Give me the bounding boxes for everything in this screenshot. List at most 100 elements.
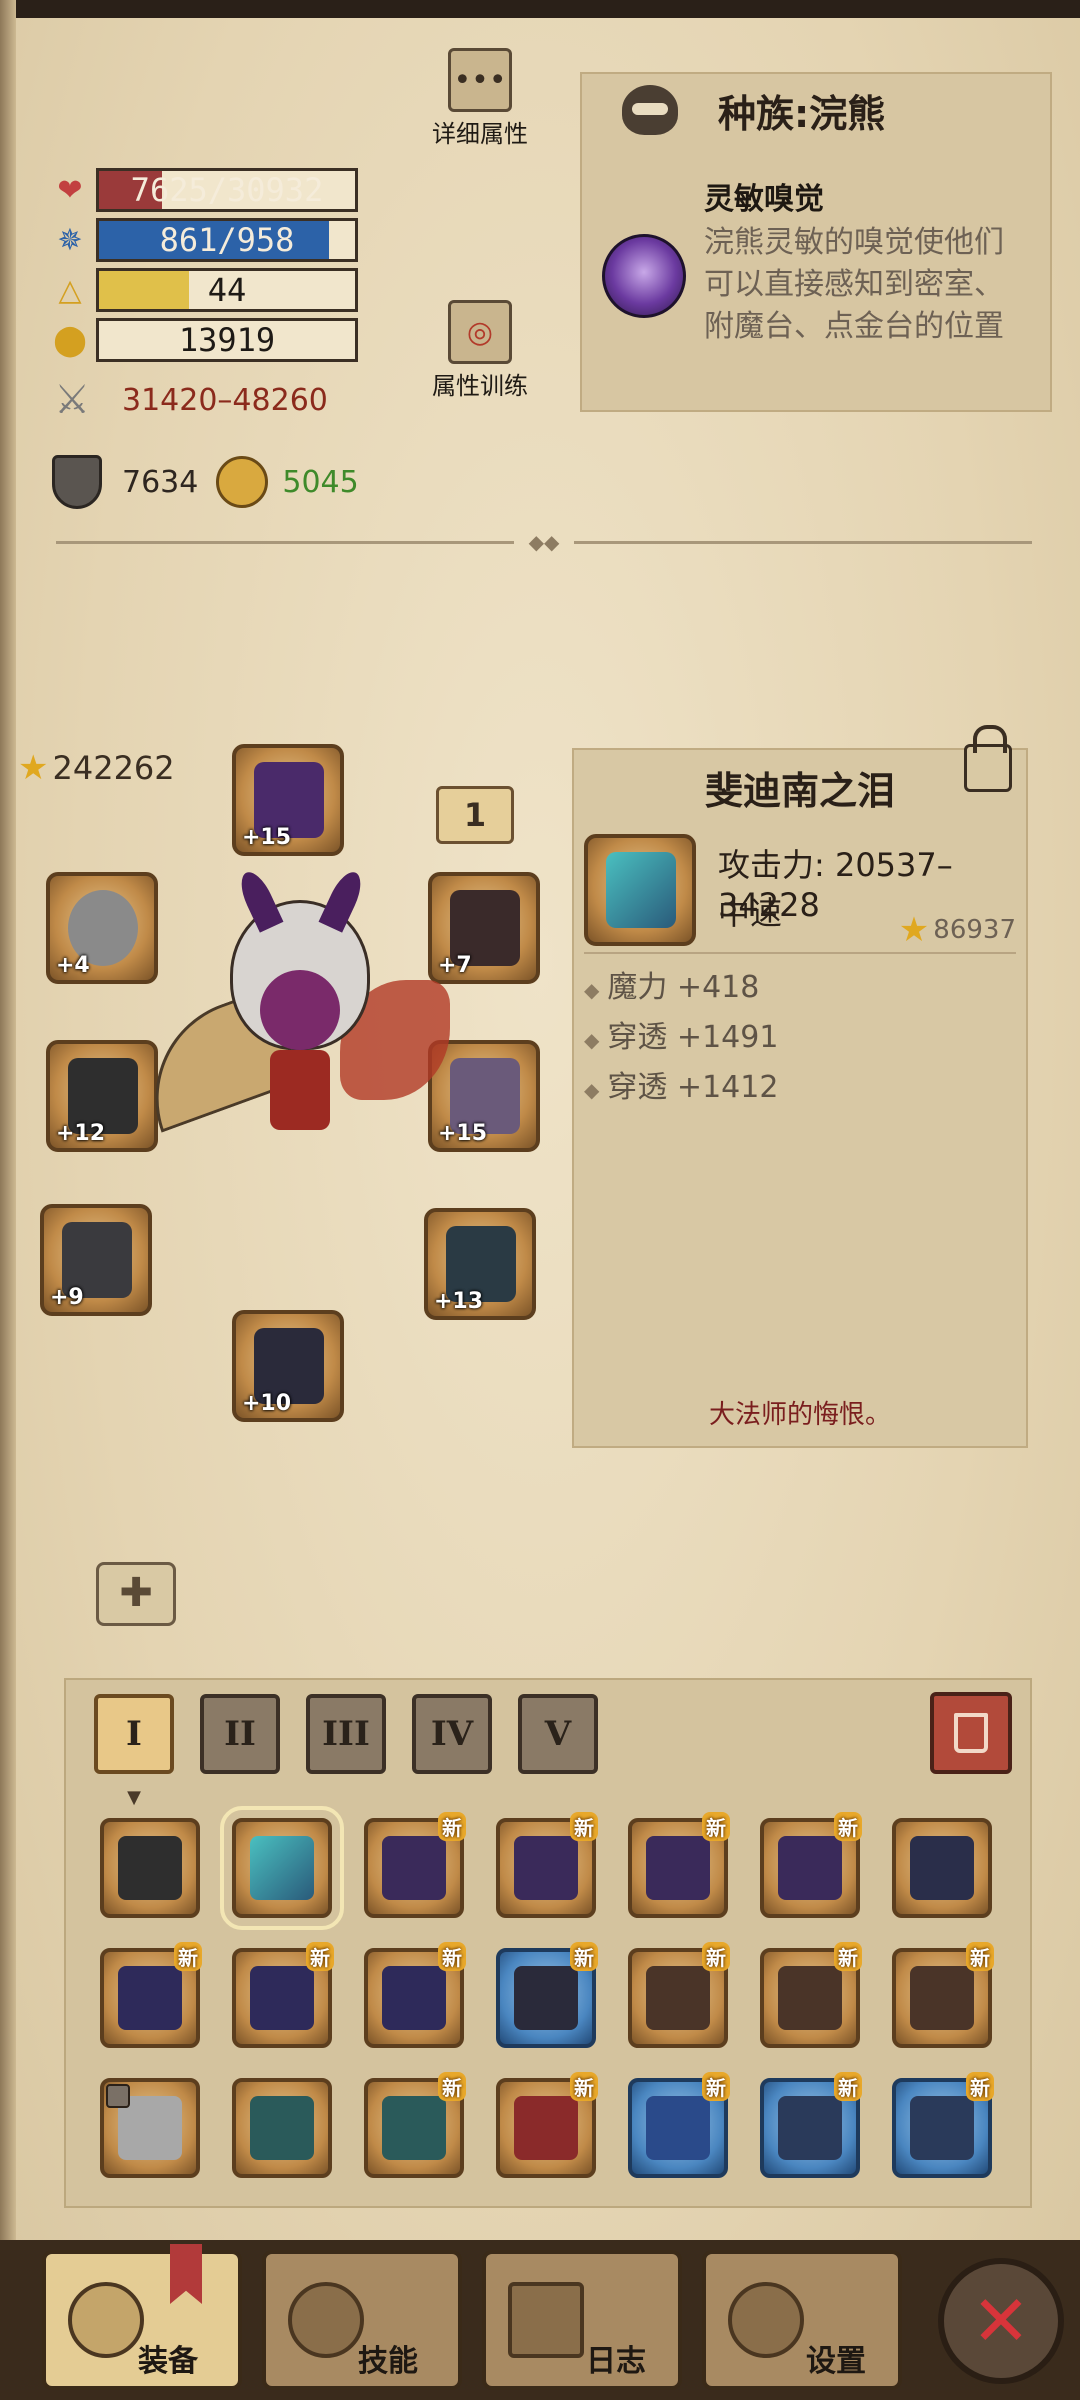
left-edge <box>0 0 16 2400</box>
robe-icon <box>250 2096 314 2160</box>
character-avatar <box>127 867 450 1200</box>
inventory-item[interactable] <box>100 1818 200 1918</box>
total-score-value: 242262 <box>52 749 175 787</box>
robe-icon <box>382 2096 446 2160</box>
hp-row: ❤ 7625/30932 <box>50 168 358 212</box>
new-badge: 新 <box>306 1942 334 1971</box>
new-badge: 新 <box>702 2072 730 2101</box>
mp-text: 861/958 <box>159 221 295 259</box>
expand-button[interactable]: ✚ <box>96 1562 176 1626</box>
gold-text: 13919 <box>178 321 276 359</box>
attribute-training-label: 属性训练 <box>432 372 528 400</box>
inventory-tab-4[interactable]: IV <box>412 1694 492 1774</box>
inventory-item[interactable]: 新 <box>628 2072 730 2178</box>
inventory-item[interactable] <box>232 2078 332 2178</box>
star-icon: ★ <box>898 910 930 950</box>
inventory-item[interactable]: 新 <box>364 1812 466 1918</box>
close-button[interactable]: ✕ <box>938 2258 1064 2384</box>
race-header: 种族:浣熊 <box>582 74 1050 146</box>
nav-settings[interactable]: 设置 <box>702 2250 902 2390</box>
trait-description: 浣熊灵敏的嗅觉使他们可以直接感知到密室、附魔台、点金台的位置 <box>704 225 1004 344</box>
equip-slot-plate[interactable]: +13 <box>424 1208 536 1320</box>
loadout-tag[interactable]: 1 <box>436 786 514 844</box>
equip-slot-legs[interactable]: +10 <box>232 1310 344 1422</box>
new-badge: 新 <box>834 1812 862 1841</box>
inventory-item[interactable]: 新 <box>496 1942 598 2048</box>
nav-skills-label: 技能 <box>358 2344 418 2379</box>
nav-skills[interactable]: 技能 <box>262 2250 462 2390</box>
inventory-item-selected[interactable] <box>220 1806 344 1930</box>
inventory-item[interactable] <box>892 1818 992 1918</box>
item-attribute-text: 穿透 +1491 <box>607 1020 779 1055</box>
inventory-item[interactable]: 新 <box>760 2072 862 2178</box>
unlock-icon[interactable] <box>964 725 1012 792</box>
hood-icon <box>514 1966 578 2030</box>
inventory-item[interactable]: 新 <box>496 2072 598 2178</box>
attribute-training-button[interactable]: ◎ 属性训练 <box>420 300 540 401</box>
race-panel: 种族:浣熊 灵敏嗅觉 浣熊灵敏的嗅觉使他们可以直接感知到密室、附魔台、点金台的位… <box>580 72 1052 412</box>
inventory-item[interactable]: 新 <box>232 1942 334 2048</box>
inventory-tab-3[interactable]: III <box>306 1694 386 1774</box>
new-badge: 新 <box>966 2072 994 2101</box>
penetration-value: 5045 <box>282 464 359 500</box>
nav-log[interactable]: 日志 <box>482 2250 682 2390</box>
divider-line-right <box>574 540 1032 544</box>
item-attribute-text: 穿透 +1412 <box>607 1070 779 1105</box>
inventory-item[interactable]: 新 <box>628 1812 730 1918</box>
inventory-tab-5[interactable]: V <box>518 1694 598 1774</box>
bullet-icon: ◆ <box>584 1078 600 1102</box>
inventory-item[interactable]: 新 <box>100 1942 202 2048</box>
gold-box: 13919 <box>96 318 358 362</box>
greaves-icon <box>778 2096 842 2160</box>
equip-slot-shield[interactable]: +4 <box>46 872 158 984</box>
staff-icon <box>250 1836 314 1900</box>
inventory-item[interactable]: 新 <box>760 1942 862 2048</box>
item-score: ★ 86937 <box>899 910 1016 950</box>
new-badge: 新 <box>702 1812 730 1841</box>
inventory-tab-2[interactable]: II <box>200 1694 280 1774</box>
attack-row: ⚔ 31420–48260 <box>52 377 328 423</box>
new-badge: 新 <box>174 1942 202 1971</box>
inventory-item[interactable]: 新 <box>364 2072 466 2178</box>
new-badge: 新 <box>570 1812 598 1841</box>
equip-slot-gauntlet[interactable]: +12 <box>46 1040 158 1152</box>
inventory-item[interactable]: 新 <box>496 1812 598 1918</box>
item-name: 斐迪南之泪 <box>704 769 895 813</box>
inventory-item[interactable]: 新 <box>628 1942 730 2048</box>
new-badge: 新 <box>438 1942 466 1971</box>
nav-equipment[interactable]: 装备 <box>42 2250 242 2390</box>
heart-icon: ❤ <box>57 172 83 208</box>
hp-bar: 7625/30932 <box>96 168 358 212</box>
penetration-icon <box>216 456 269 508</box>
gold-coins-icon: ⬤ <box>53 322 87 358</box>
shield-icon <box>52 455 102 509</box>
inventory-item[interactable] <box>100 2078 200 2178</box>
total-score: ★ 242262 <box>18 748 175 788</box>
equip-slot-helmet[interactable]: +15 <box>232 744 344 856</box>
race-trait: 灵敏嗅觉 浣熊灵敏的嗅觉使他们可以直接感知到密室、附魔台、点金台的位置 <box>602 174 1004 348</box>
defense-row: 7634 5045 <box>52 455 359 509</box>
nav-settings-label: 设置 <box>806 2344 866 2379</box>
slot-level: +9 <box>50 1285 84 1310</box>
inventory-tab-1[interactable]: I <box>94 1694 174 1808</box>
item-detail-panel: 斐迪南之泪 攻击力: 20537–34228 中速 ★ 86937 ◆ 魔力 +4… <box>572 725 1028 1448</box>
gold-row: ⬤ 13919 <box>50 318 358 362</box>
new-badge: 新 <box>834 2072 862 2101</box>
greaves-icon <box>910 2096 974 2160</box>
divider-line-left <box>56 540 514 544</box>
equip-slot-bracer[interactable]: +9 <box>40 1204 152 1316</box>
inventory-item[interactable]: 新 <box>892 1942 994 2048</box>
inventory-item[interactable]: 新 <box>364 1942 466 2048</box>
target-icon: ◎ <box>448 300 512 364</box>
chest-armor-icon <box>778 1966 842 2030</box>
inventory-item[interactable]: 新 <box>892 2072 994 2178</box>
new-badge: 新 <box>834 1942 862 1971</box>
item-icon <box>584 834 696 946</box>
vest-icon <box>514 2096 578 2160</box>
level-triangle-icon: △ <box>58 272 82 308</box>
smell-trait-icon[interactable] <box>602 234 686 318</box>
trash-button[interactable] <box>930 1692 1012 1774</box>
inventory-item[interactable]: 新 <box>760 1812 862 1918</box>
divider-ornament-icon: ◆◆ <box>528 530 560 554</box>
detail-attributes-button[interactable]: ••• 详细属性 <box>420 48 540 149</box>
